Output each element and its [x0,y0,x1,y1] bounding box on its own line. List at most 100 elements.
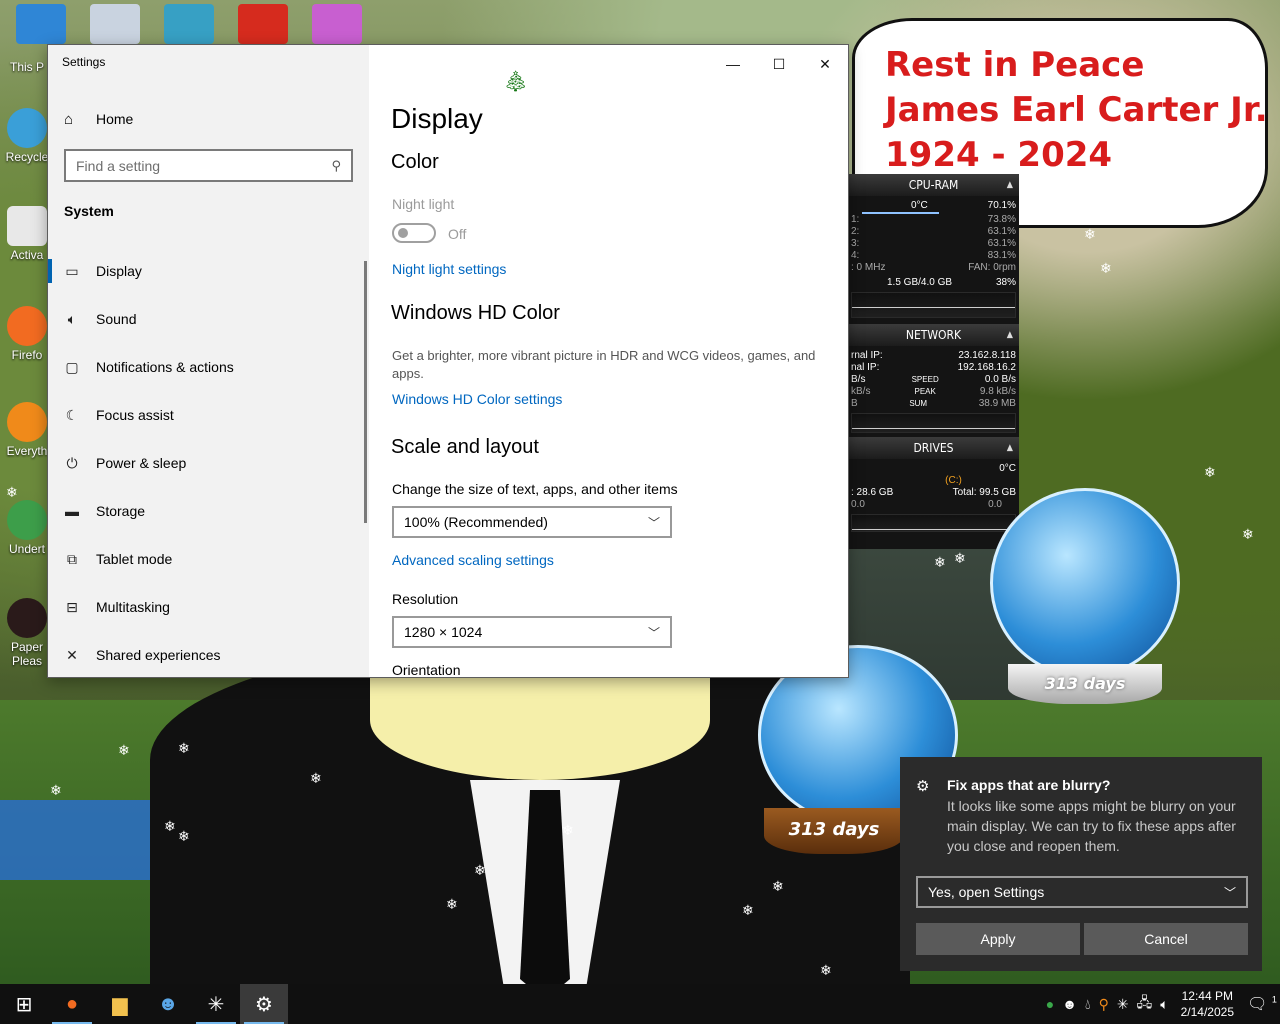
taskbar-clock[interactable]: 12:44 PM 2/14/2025 [1181,988,1234,1020]
color-heading: Color [391,151,439,173]
tray-sparkle-icon[interactable]: ✳ [1117,996,1129,1013]
network-icon[interactable]: 🖧︎ [1137,992,1153,1016]
resolution-dropdown[interactable]: 1280 × 1024 ﹀ [392,616,672,648]
taskbar-firefox[interactable]: ● [48,984,96,1024]
taskbar-app[interactable]: ☻ [144,984,192,1024]
advanced-scaling-link[interactable]: Advanced scaling settings [392,552,554,568]
network-header: NETWORK ▲ [848,324,1019,346]
nav-item-shared-experiences[interactable]: ✕ Shared experiences [48,631,369,679]
snow-globe-gifts [990,488,1180,678]
desktop-icon-undertale[interactable]: Undert [4,500,50,556]
night-light-toggle[interactable] [392,223,436,243]
toast-action-dropdown[interactable]: Yes, open Settings ﹀ [916,876,1248,908]
nav-item-label: Tablet mode [96,551,173,567]
drive-free: : 28.6 GB [851,487,894,498]
night-light-label: Night light [392,196,455,212]
scale-value: 100% (Recommended) [404,514,548,530]
snowflake-icon: ❄ [118,743,130,759]
net-speed: 0.0 B/s [984,374,1016,385]
tray-app-icon[interactable]: ● [1046,996,1054,1012]
windows-activate-icon [7,206,47,246]
night-light-settings-link[interactable]: Night light settings [392,261,506,277]
action-center-button[interactable]: 🗨︎ 1 [1244,994,1280,1014]
desktop-icon-label: Undert [8,542,46,556]
hd-color-settings-link[interactable]: Windows HD Color settings [392,391,562,407]
apply-button[interactable]: Apply [916,923,1080,955]
drive-temp-row: 0°C [848,463,1019,475]
christmas-tree-icon: 🎄︎ [503,71,529,93]
start-button[interactable]: ⊞ [0,984,48,1024]
scale-dropdown[interactable]: 100% (Recommended) ﹀ [392,506,672,538]
settings-content: 🎄︎ Display Color Night light Off Night l… [391,45,848,677]
chevron-down-icon: ﹀ [1223,885,1236,900]
taskbar-sparkle-app[interactable]: ✳ [192,984,240,1024]
collapse-icon[interactable]: ▲ [1007,330,1013,340]
taskbar-file-explorer[interactable]: ▆ [96,984,144,1024]
search-placeholder: Find a setting [76,157,161,174]
recycle-bin-icon [7,108,47,148]
nav-item-notifications[interactable]: ▢ Notifications & actions [48,343,369,391]
nav-item-multitasking[interactable]: ⊟ Multitasking [48,583,369,631]
nav-item-display[interactable]: ▭ Display [48,247,369,295]
chevron-down-icon: ﹀ [647,625,660,640]
collapse-icon[interactable]: ▲ [1007,180,1013,190]
sparkle-icon: ✳ [207,993,225,1016]
volume-icon[interactable]: 🔈︎ [1160,996,1168,1013]
desktop-icon-activate[interactable]: Activa [4,206,50,262]
share-icon: ✕ [66,646,78,663]
desktop-shortcut-icon[interactable] [90,4,140,44]
core-label: 1: [851,214,860,225]
resolution-label: Resolution [392,591,459,607]
drive-name-row: (C:) [848,475,1019,487]
snowflake-icon: ❄ [1242,527,1254,543]
drives-title: DRIVES [913,441,954,455]
tray-people-icon[interactable]: ☻ [1062,996,1077,1012]
nav-item-label: Display [96,263,142,279]
settings-window: Settings ⌂ Home Find a setting ⚲ System … [47,44,849,678]
desktop-icon-everything[interactable]: Everyth [4,402,50,458]
nav-item-focus-assist[interactable]: ☾ Focus assist [48,391,369,439]
taskbar: ⊞ ● ▆ ☻ ✳ ⚙ ● ☻ 💧︎ ⚲ ✳ 🖧︎ 🔈︎ 12:44 PM 2/… [0,984,1280,1024]
nav-item-tablet-mode[interactable]: ⧉ Tablet mode [48,535,369,583]
tray-drop-icon[interactable]: 💧︎ [1085,996,1091,1013]
core-value: 63.1% [987,226,1016,237]
snowflake-icon: ❄ [954,551,966,567]
collapse-icon[interactable]: ▲ [1007,443,1013,453]
drive-read: 0.0 [851,499,865,510]
snowflake-icon: ❄ [1204,465,1216,481]
settings-nav-pane: Settings ⌂ Home Find a setting ⚲ System … [48,45,369,677]
blurry-apps-toast: ⚙ Fix apps that are blurry? It looks lik… [900,757,1262,971]
settings-search-input[interactable]: Find a setting ⚲ [64,149,353,182]
mcdonalds-shortcut-icon[interactable] [238,4,288,44]
nav-scrollbar[interactable] [364,261,367,523]
cpu-temp: 0°C [911,200,928,211]
desktop-icon-firefox[interactable]: Firefo [4,306,50,362]
taskbar-settings[interactable]: ⚙ [240,984,288,1024]
desktop-shortcut-icon[interactable] [312,4,362,44]
net-sum-row: B SUM 38.9 MB [848,398,1019,410]
toggle-knob [398,228,408,238]
wallpaper-figure-face [370,660,710,780]
nav-home[interactable]: ⌂ Home [64,107,133,131]
desktop-shortcut-icon[interactable] [16,4,66,44]
nav-item-power-sleep[interactable]: ⏻ Power & sleep [48,439,369,487]
moon-icon: ☾ [65,406,79,423]
desktop-icon-label: Recycle [5,150,49,164]
toast-body: It looks like some apps might be blurry … [947,798,1236,854]
external-ip-label: rnal IP: [851,350,883,361]
desktop-icon-this-pc[interactable]: This P [4,60,50,74]
cancel-button[interactable]: Cancel [1084,923,1248,955]
tray-search-icon[interactable]: ⚲ [1099,996,1109,1013]
desktop-icon-recycle-bin[interactable]: Recycle [4,108,50,164]
desktop-icon-papers-please[interactable]: Paper Pleas [4,598,50,668]
core-value: 83.1% [987,250,1016,261]
snowflake-icon: ❄ [446,897,458,913]
clock-time: 12:44 PM [1181,989,1233,1003]
nav-item-sound[interactable]: 🔈︎ Sound [48,295,369,343]
desktop-shortcut-icon[interactable] [164,4,214,44]
nav-item-label: Notifications & actions [96,359,234,375]
nav-item-storage[interactable]: ▬ Storage [48,487,369,535]
snowflake-icon: ❄ [178,829,190,845]
orientation-label: Orientation [392,662,461,677]
core-label: 4: [851,250,860,261]
